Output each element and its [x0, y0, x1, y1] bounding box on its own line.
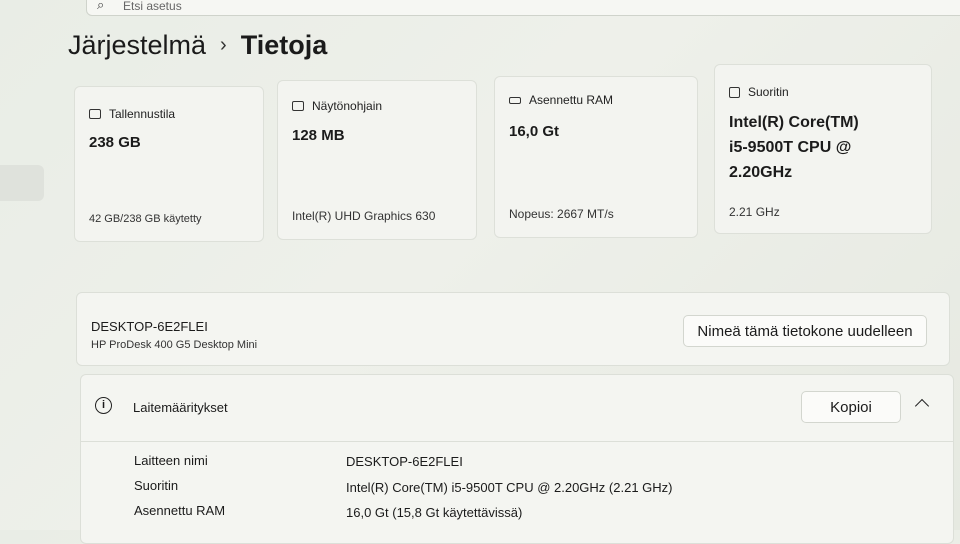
cpu-icon	[729, 86, 740, 98]
copy-button[interactable]: Kopioi	[801, 391, 901, 423]
cpu-clock: 2.21 GHz	[729, 205, 780, 219]
rename-pc-button[interactable]: Nimeä tämä tietokone uudelleen	[683, 315, 927, 347]
breadcrumb: Järjestelmä › Tietoja	[68, 30, 327, 61]
cpu-card[interactable]: Suoritin Intel(R) Core(TM) i5-9500T CPU …	[714, 64, 932, 234]
storage-value: 238 GB	[89, 134, 141, 151]
ram-speed: Nopeus: 2667 MT/s	[509, 207, 614, 221]
graphics-adapter-name: Intel(R) UHD Graphics 630	[292, 209, 436, 223]
breadcrumb-parent[interactable]: Järjestelmä	[68, 30, 206, 61]
spec-value: DESKTOP-6E2FLEI	[346, 454, 463, 469]
cpu-value-line: 2.20GHz	[729, 164, 793, 181]
spec-label: Suoritin	[134, 478, 179, 493]
ram-value: 16,0 Gt	[509, 123, 560, 140]
spec-value: 16,0 Gt (15,8 Gt käytettävissä)	[346, 505, 523, 520]
ram-icon	[509, 96, 521, 104]
cpu-label: Suoritin	[748, 85, 789, 99]
search-icon: ⌕	[97, 0, 105, 12]
search-placeholder: Etsi asetus	[123, 0, 182, 13]
chevron-right-icon: ›	[220, 34, 227, 56]
nav-selected-item[interactable]	[0, 165, 44, 201]
storage-label: Tallennustila	[109, 107, 176, 121]
spec-label: Asennettu RAM	[134, 503, 226, 518]
ram-label: Asennettu RAM	[529, 93, 614, 107]
cpu-value: Intel(R) Core(TM) i5-9500T CPU @ 2.20GHz	[729, 110, 899, 185]
storage-icon	[89, 109, 101, 119]
search-box[interactable]: ⌕ Etsi asetus	[86, 0, 960, 16]
info-icon: i	[95, 397, 112, 414]
storage-card[interactable]: Tallennustila 238 GB 42 GB/238 GB käytet…	[74, 86, 264, 242]
cpu-value-line: i5-9500T CPU @	[729, 139, 852, 156]
graphics-memory: 128 MB	[292, 127, 345, 144]
graphics-card[interactable]: Näytönohjain 128 MB Intel(R) UHD Graphic…	[277, 80, 477, 240]
device-name: DESKTOP-6E2FLEI	[91, 319, 208, 334]
spec-value: Intel(R) Core(TM) i5-9500T CPU @ 2.20GHz…	[346, 480, 673, 495]
device-specs-title: Laitemääritykset	[133, 400, 228, 415]
display-adapter-icon	[292, 101, 304, 111]
storage-usage: 42 GB/238 GB käytetty	[89, 213, 202, 225]
device-specs-header[interactable]: i Laitemääritykset Kopioi	[81, 375, 953, 442]
page-title: Tietoja	[240, 30, 328, 60]
graphics-label: Näytönohjain	[312, 99, 383, 113]
spec-label: Laitteen nimi	[134, 453, 208, 468]
ram-card[interactable]: Asennettu RAM 16,0 Gt Nopeus: 2667 MT/s	[494, 76, 698, 238]
device-name-section: DESKTOP-6E2FLEI HP ProDesk 400 G5 Deskto…	[76, 292, 950, 366]
cpu-value-line: Intel(R) Core(TM)	[729, 114, 859, 131]
chevron-up-icon[interactable]	[914, 398, 930, 414]
device-model: HP ProDesk 400 G5 Desktop Mini	[91, 339, 258, 351]
